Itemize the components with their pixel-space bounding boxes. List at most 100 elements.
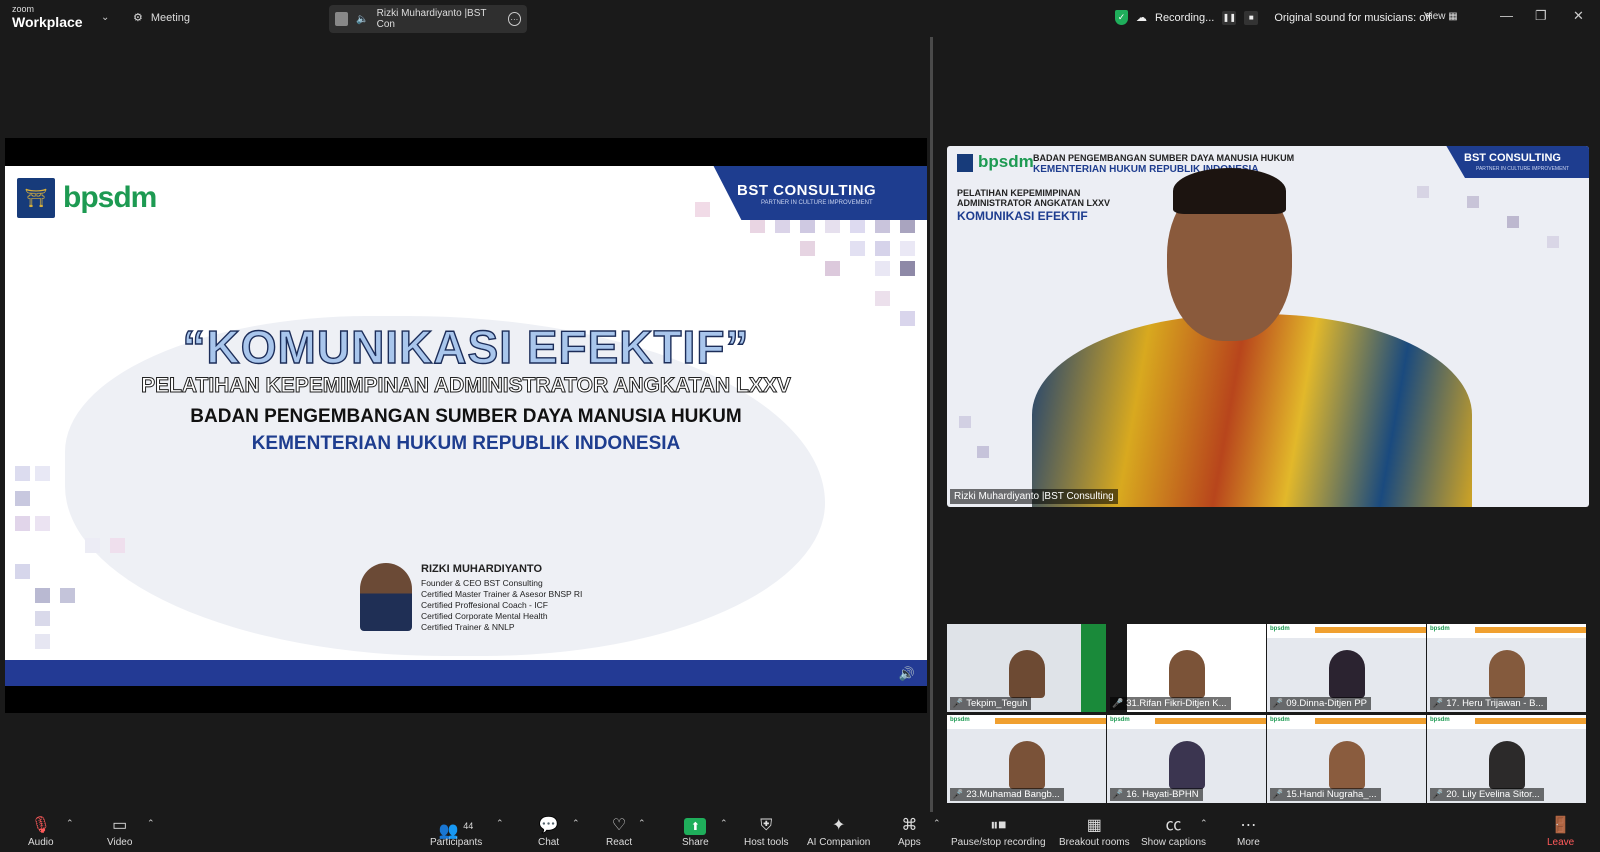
- stop-recording-button[interactable]: ■: [1244, 10, 1259, 25]
- background-topic: KOMUNIKASI EFEKTIF: [957, 209, 1088, 223]
- mic-off-icon: 🎤: [1112, 789, 1124, 799]
- participant-tile[interactable]: bpsdm 🎤 15.Handi Nugraha_...: [1267, 715, 1426, 803]
- speaker-body: [1032, 314, 1472, 507]
- participant-name: 20. Lily Evelina Sitor...: [1446, 789, 1540, 800]
- split-divider[interactable]: [930, 37, 933, 812]
- participant-name: 23.Muhamad Bangb...: [966, 789, 1060, 800]
- participant-tile[interactable]: bpsdm 🎤 20. Lily Evelina Sitor...: [1427, 715, 1586, 803]
- mic-off-icon: 🎤: [1432, 789, 1444, 799]
- bst-consulting-logo: BST CONSULTING PARTNER IN CULTURE IMPROV…: [1446, 146, 1589, 178]
- share-caret[interactable]: ⌃: [720, 818, 728, 829]
- participants-caret[interactable]: ⌃: [496, 818, 504, 829]
- ai-companion-button[interactable]: ✦ AI Companion: [807, 815, 870, 848]
- original-sound-label[interactable]: Original sound for musicians: off: [1274, 12, 1431, 24]
- pause-recording-button[interactable]: ❚❚: [1222, 10, 1237, 25]
- active-speaker-pill[interactable]: 🔈 Rizki Muhardiyanto |BST Con ···: [329, 5, 527, 33]
- kemenkumham-emblem-icon: ⛩: [17, 178, 55, 218]
- grid-icon: ▦: [1448, 11, 1458, 22]
- participants-button[interactable]: 👥 44 Participants: [430, 815, 482, 848]
- background-batch: ADMINISTRATOR ANGKATAN LXXV: [957, 198, 1110, 208]
- chevron-down-icon[interactable]: ⌄: [101, 12, 109, 23]
- share-button[interactable]: ⬆ Share: [682, 815, 709, 848]
- leave-button[interactable]: 🚪 Leave: [1547, 815, 1574, 848]
- participants-count: 44: [463, 821, 474, 831]
- meeting-menu[interactable]: ⚙ Meeting: [133, 11, 191, 25]
- speaker-name-tag: Rizki Muhardiyanto |BST Consulting: [950, 489, 1118, 504]
- audio-button[interactable]: 🎙 Audio: [28, 815, 54, 848]
- show-captions-button[interactable]: ㏄ Show captions: [1141, 815, 1206, 848]
- more-options-icon[interactable]: ···: [507, 12, 521, 26]
- presenter-name: RIZKI MUHARDIYANTO: [421, 563, 543, 575]
- apps-icon: ⌘: [901, 817, 918, 834]
- captions-caret[interactable]: ⌃: [1200, 818, 1208, 829]
- presenter-credential: Certified Corporate Mental Health: [421, 611, 548, 621]
- breakout-grid-icon: ▦: [1086, 817, 1102, 834]
- chat-caret[interactable]: ⌃: [572, 818, 580, 829]
- chat-icon: 💬: [538, 817, 559, 834]
- slide-title: “KOMUNIKASI EFEKTIF”: [182, 320, 750, 373]
- participant-tile[interactable]: bpsdm 🎤 09.Dinna-Ditjen PP: [1267, 624, 1426, 712]
- breakout-rooms-button[interactable]: ▦ Breakout rooms: [1059, 815, 1130, 848]
- speaker-volume-icon: 🔈: [356, 13, 369, 25]
- restore-button[interactable]: ❐: [1535, 8, 1547, 24]
- mic-off-icon: 🎤: [1112, 698, 1124, 708]
- participant-name: 09.Dinna-Ditjen PP: [1286, 698, 1368, 709]
- presenter-credential: Certified Trainer & NNLP: [421, 622, 515, 632]
- cc-icon: ㏄: [1165, 817, 1182, 834]
- pause-stop-recording-button[interactable]: ⏸⏹ Pause/stop recording: [951, 815, 1046, 848]
- presenter-photo: [360, 563, 412, 631]
- participant-tile[interactable]: 🎤 31.Rifan Fikri-Ditjen K...: [1107, 624, 1266, 712]
- react-caret[interactable]: ⌃: [638, 818, 646, 829]
- background-training: PELATIHAN KEPEMIMPINAN: [957, 188, 1081, 198]
- bst-consulting-logo: BST CONSULTING PARTNER IN CULTURE IMPROV…: [713, 166, 927, 220]
- leave-door-icon: 🚪: [1550, 817, 1571, 834]
- video-button[interactable]: ▭ Video: [107, 815, 132, 848]
- mic-off-icon: 🎤: [1272, 789, 1284, 799]
- meeting-label: Meeting: [150, 11, 191, 24]
- react-button[interactable]: ♡ React: [606, 815, 632, 848]
- participant-tile[interactable]: bpsdm 🎤 17. Heru Trijawan - B...: [1427, 624, 1586, 712]
- host-shield-icon: ⛨: [760, 817, 773, 834]
- volume-icon[interactable]: 🔊: [899, 666, 915, 682]
- participant-name: 17. Heru Trijawan - B...: [1446, 698, 1544, 709]
- speaker-video[interactable]: bpsdm BADAN PENGEMBANGAN SUMBER DAYA MAN…: [947, 146, 1589, 507]
- slide-footer-bar: 🔊: [5, 660, 927, 686]
- participant-tile[interactable]: 🎤 Tekpim_Teguh: [947, 624, 1106, 712]
- audio-options-caret[interactable]: ⌃: [66, 818, 74, 829]
- meeting-icon: ⚙: [133, 12, 143, 24]
- video-options-caret[interactable]: ⌃: [147, 818, 155, 829]
- host-tools-button[interactable]: ⛨ Host tools: [744, 815, 788, 848]
- heart-icon: ♡: [611, 817, 627, 834]
- apps-button[interactable]: ⌘ Apps: [898, 815, 921, 848]
- participant-name: Tekpim_Teguh: [966, 698, 1028, 709]
- minimize-button[interactable]: —: [1500, 8, 1513, 23]
- sparkle-icon: ✦: [831, 817, 846, 834]
- kemenkumham-emblem-icon: [957, 154, 973, 172]
- camera-icon: ▭: [112, 817, 128, 834]
- speaker-hair: [1173, 168, 1286, 214]
- chat-button[interactable]: 💬 Chat: [538, 815, 559, 848]
- slide-subtitle: PELATIHAN KEPEMIMPINAN ADMINISTRATOR ANG…: [141, 374, 792, 398]
- participant-tile[interactable]: bpsdm 🎤 16. Hayati-BPHN: [1107, 715, 1266, 803]
- meeting-toolbar: 🎙 Audio ⌃ ▭ Video ⌃ 👥 44 Participants ⌃ …: [0, 812, 1600, 852]
- mic-off-icon: 🎤: [952, 698, 964, 708]
- participant-name: 16. Hayati-BPHN: [1126, 789, 1199, 800]
- slide-ministry: KEMENTERIAN HUKUM REPUBLIK INDONESIA: [251, 433, 681, 454]
- more-button[interactable]: ⋯ More: [1237, 815, 1260, 848]
- apps-caret[interactable]: ⌃: [933, 818, 941, 829]
- avatar: [335, 12, 349, 26]
- participant-tile[interactable]: bpsdm 🎤 23.Muhamad Bangb...: [947, 715, 1106, 803]
- mic-off-icon: 🎤: [952, 789, 964, 799]
- background-heading: BADAN PENGEMBANGAN SUMBER DAYA MANUSIA H…: [1033, 153, 1295, 163]
- mic-muted-icon: 🎙: [30, 817, 51, 834]
- title-bar: zoom Workplace ⌄ ⚙ Meeting 🔈 Rizki Muhar…: [0, 0, 1600, 37]
- view-button[interactable]: View ▦: [1424, 11, 1458, 22]
- shield-icon: ✓: [1115, 10, 1128, 25]
- slide-institution: BADAN PENGEMBANGAN SUMBER DAYA MANUSIA H…: [190, 406, 742, 427]
- pause-stop-icon: ⏸⏹: [990, 817, 1007, 834]
- close-button[interactable]: ✕: [1573, 8, 1584, 24]
- bpsdm-logo: ⛩ bpsdm: [17, 178, 157, 218]
- recording-status: ✓ ☁ Recording... ❚❚ ■ Original sound for…: [1115, 10, 1431, 25]
- bpsdm-logo-text: bpsdm: [978, 152, 1034, 171]
- zoom-logo: zoom Workplace: [12, 4, 83, 30]
